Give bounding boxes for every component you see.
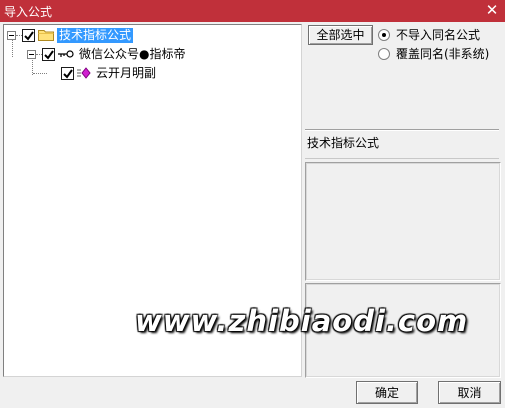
formula-icon: [77, 67, 91, 79]
collapse-toggle-icon[interactable]: [7, 30, 16, 40]
separator: [305, 129, 499, 131]
formula-description-box: [305, 162, 501, 281]
radio-skip-duplicates-label[interactable]: 不导入同名公式: [396, 26, 480, 43]
category-name-text: 技术指标公式: [307, 136, 380, 150]
title-bar: 导入公式 ✕: [0, 0, 505, 22]
checkmark-icon: [63, 68, 73, 79]
collapse-toggle-icon[interactable]: [27, 49, 36, 59]
watermark-text: www.zhibiaodi.com: [135, 304, 469, 338]
tree-node-leaf-label[interactable]: 云开月明副: [94, 66, 158, 81]
tree-node-child-label[interactable]: 微信公众号●指标帝: [77, 47, 187, 62]
root-checkbox[interactable]: [22, 28, 35, 42]
tree-node-leaf[interactable]: 云开月明副: [33, 65, 158, 81]
radio-overwrite-label[interactable]: 覆盖同名(非系统): [396, 45, 489, 62]
cancel-button[interactable]: 取消: [438, 381, 501, 404]
radio-skip-duplicates[interactable]: [378, 28, 390, 41]
tree-node-root-label[interactable]: 技术指标公式: [57, 27, 134, 43]
close-button[interactable]: ✕: [484, 2, 500, 18]
folder-icon: [38, 30, 54, 41]
category-name-display: 技术指标公式: [305, 132, 499, 159]
tree-dotted-connector: [33, 72, 47, 74]
child-checkbox[interactable]: [42, 47, 55, 61]
window-title: 导入公式: [4, 5, 53, 19]
tree-node-root[interactable]: 技术指标公式: [7, 27, 134, 43]
ok-button[interactable]: 确定: [356, 381, 418, 404]
checkmark-icon: [24, 30, 34, 41]
leaf-checkbox[interactable]: [61, 66, 74, 80]
select-all-button[interactable]: 全部选中: [308, 25, 373, 45]
key-icon: [58, 50, 74, 58]
checkmark-icon: [44, 49, 54, 60]
radio-option-overwrite[interactable]: 覆盖同名(非系统): [378, 45, 489, 62]
tree-node-child[interactable]: 微信公众号●指标帝: [27, 46, 187, 62]
radio-overwrite[interactable]: [378, 47, 390, 60]
radio-option-skip-duplicates[interactable]: 不导入同名公式: [378, 26, 480, 43]
